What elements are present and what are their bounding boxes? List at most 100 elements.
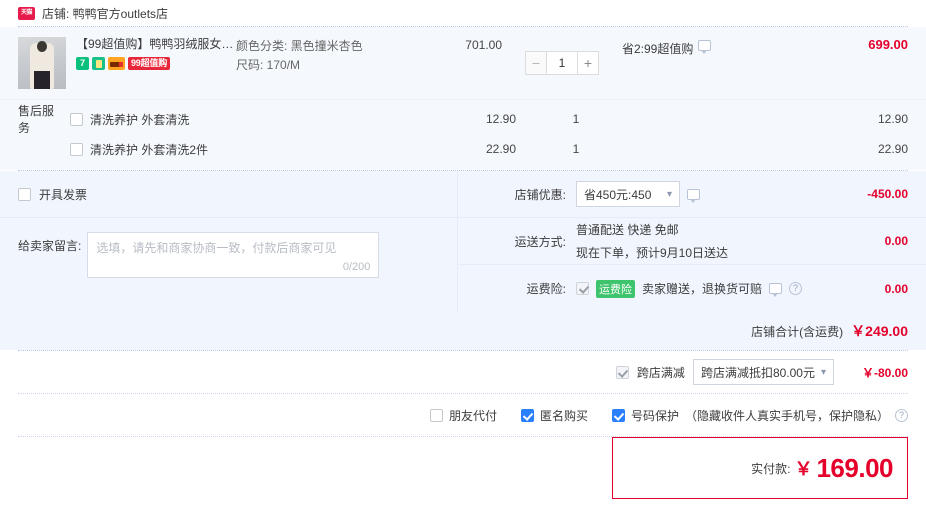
option-anonymous-buy[interactable]: 匿名购买: [520, 407, 588, 424]
after-sale-checkbox-1[interactable]: [70, 142, 83, 156]
sku-color: 颜色分类: 黑色撞米杏色: [236, 39, 363, 53]
after-sale-option[interactable]: 清洗养护 外套清洗: [58, 111, 430, 128]
promo-label: 省2:99超值购: [622, 42, 694, 56]
shop-discount-select[interactable]: 省450元:450 ▾: [576, 181, 680, 207]
shipping-eta: 现在下单，预计9月10日送达: [576, 246, 729, 260]
insurance-row: 运费险: 运费险 卖家赠送，退换货可赔 ? 0.00: [458, 265, 926, 312]
after-sale-services: 售后服务 清洗养护 外套清洗 12.90 1 12.90 清洗养护 外套清洗2件…: [0, 100, 926, 170]
product-promo: 省2:99超值购: [622, 37, 818, 89]
after-sale-name-0: 清洗养护 外套清洗: [90, 112, 190, 127]
order-options-row: 朋友代付 匿名购买 号码保护 （隐藏收件人真实手机号，保护隐私） ?: [0, 394, 926, 436]
checkout-order-panel: 天猫 店铺: 鸭鸭官方outlets店 【99超值购】鸭鸭羽绒服女冬2... 7…: [0, 0, 926, 510]
after-sale-checkbox-0[interactable]: [70, 112, 83, 126]
insurance-desc: 卖家赠送，退换货可赔: [642, 282, 763, 296]
anonymous-buy-label: 匿名购买: [539, 408, 588, 423]
shop-discount-amount: -450.00: [867, 187, 908, 201]
product-title[interactable]: 【99超值购】鸭鸭羽绒服女冬2...: [76, 37, 236, 52]
after-sale-total-1: 22.90: [877, 142, 908, 156]
shop-discount-row: 店铺优惠: 省450元:450 ▾ -450.00: [458, 171, 926, 218]
tmall-logo-icon: 天猫: [18, 6, 35, 20]
shipping-row: 运送方式: 普通配送 快递 免邮 现在下单，预计9月10日送达 0.00: [458, 218, 926, 265]
friend-pay-checkbox[interactable]: [429, 408, 443, 422]
cross-shop-select[interactable]: 跨店满减抵扣80.00元 ▾: [692, 359, 834, 385]
seller-message-label: 给卖家留言:: [18, 239, 82, 253]
cross-shop-discount-row: 跨店满减 跨店满减抵扣80.00元 ▾ ￥-80.00: [0, 351, 926, 393]
product-cell: 【99超值购】鸭鸭羽绒服女冬2... 7 99超值购: [0, 37, 236, 89]
shipping-main: 普通配送 快递 免邮 现在下单，预计9月10日送达: [576, 221, 816, 261]
after-sale-price-1: 22.90: [485, 142, 516, 156]
shop-header: 天猫 店铺: 鸭鸭官方outlets店: [0, 0, 926, 26]
product-info: 【99超值购】鸭鸭羽绒服女冬2... 7 99超值购: [76, 37, 236, 89]
order-left-column: 开具发票 给卖家留言: 选填，请先和商家协商一致，付款后商家可见 0/200: [0, 171, 458, 312]
after-sale-label: 售后服务: [18, 104, 55, 135]
shop-total-amount: ￥249.00: [851, 323, 908, 339]
after-sale-row: 清洗养护 外套清洗2件 22.90 1 22.90: [0, 134, 926, 164]
invoice-label: 开具发票: [39, 187, 88, 202]
insurance-checkbox[interactable]: [576, 282, 589, 295]
insurance-tooltip-icon[interactable]: [769, 283, 783, 297]
anonymous-buy-checkbox[interactable]: [520, 408, 534, 422]
after-sale-qty-0: 1: [572, 112, 580, 126]
seller-message-row: 给卖家留言: 选填，请先和商家协商一致，付款后商家可见 0/200: [0, 218, 457, 294]
product-row-total: 699.00: [818, 37, 926, 89]
seller-message-input[interactable]: 选填，请先和商家协商一致，付款后商家可见 0/200: [87, 232, 380, 278]
invoice-checkbox[interactable]: [18, 187, 31, 201]
product-row-total-value: 699.00: [868, 37, 908, 52]
order-right-column: 店铺优惠: 省450元:450 ▾ -450.00 运送方式: 普通配送 快递 …: [458, 171, 926, 312]
shipping-label: 运送方式:: [514, 234, 566, 249]
after-sale-option[interactable]: 清洗养护 外套清洗2件: [58, 141, 430, 158]
payment-label: 实付款:: [751, 461, 791, 476]
after-sale-row: 售后服务 清洗养护 外套清洗 12.90 1 12.90: [0, 104, 926, 135]
quantity-increase-button[interactable]: +: [577, 51, 599, 75]
number-protection-help-icon[interactable]: ?: [895, 408, 908, 422]
order-options-grid: 开具发票 给卖家留言: 选填，请先和商家协商一致，付款后商家可见 0/200 店…: [0, 171, 926, 312]
cross-shop-amount: ￥-80.00: [861, 365, 908, 380]
number-protection-label: 号码保护: [630, 408, 679, 423]
insurance-label: 运费险:: [526, 282, 566, 296]
shop-discount-main: 省450元:450 ▾: [576, 181, 816, 207]
product-thumbnail[interactable]: [18, 37, 66, 89]
product-row: 【99超值购】鸭鸭羽绒服女冬2... 7 99超值购 颜色分类: 黑色撞米杏色 …: [0, 27, 926, 100]
badge-guarantee-icon: [92, 57, 105, 70]
payment-amount: 169.00: [816, 452, 893, 483]
number-protection-checkbox[interactable]: [611, 408, 625, 422]
option-number-protection[interactable]: 号码保护 （隐藏收件人真实手机号，保护隐私） ?: [611, 407, 908, 424]
quantity-input[interactable]: 1: [547, 51, 577, 75]
badge-installment-icon: [108, 57, 125, 70]
after-sale-qty-1: 1: [572, 142, 580, 156]
shop-total-row: 店铺合计(含运费) ￥249.00: [0, 312, 926, 350]
thumbnail-legs: [34, 71, 50, 89]
after-sale-price-0: 12.90: [485, 112, 516, 126]
insurance-tag: 运费险: [596, 279, 635, 298]
product-sku: 颜色分类: 黑色撞米杏色 尺码: 170/M: [236, 37, 416, 89]
friend-pay-label: 朋友代付: [448, 408, 497, 423]
product-badges: 7 99超值购: [76, 57, 236, 70]
promo-tooltip-icon[interactable]: [698, 40, 712, 54]
payment-total-box: 实付款: ￥ 169.00: [612, 437, 908, 499]
shop-discount-label: 店铺优惠:: [514, 187, 566, 202]
option-friend-pay[interactable]: 朋友代付: [429, 407, 497, 424]
quantity-stepper[interactable]: − 1 +: [502, 37, 622, 89]
shop-discount-selected: 省450元:450: [584, 187, 652, 202]
shop-total-label: 店铺合计(含运费): [751, 324, 844, 339]
cross-shop-checkbox[interactable]: [615, 365, 629, 379]
quantity-decrease-button[interactable]: −: [525, 51, 547, 75]
payment-wrapper: 实付款: ￥ 169.00: [0, 437, 926, 499]
shop-name-label[interactable]: 店铺: 鸭鸭官方outlets店: [42, 5, 168, 22]
cross-shop-label: 跨店满减: [636, 365, 685, 380]
after-sale-name-1: 清洗养护 外套清洗2件: [90, 142, 209, 157]
sku-size: 尺码: 170/M: [236, 58, 301, 72]
insurance-help-icon[interactable]: ?: [789, 282, 803, 295]
insurance-amount: 0.00: [884, 281, 908, 296]
product-unit-price: 701.00: [465, 38, 502, 52]
seller-message-counter: 0/200: [342, 261, 371, 273]
shipping-method: 普通配送 快递 免邮: [576, 223, 679, 237]
cross-shop-selected: 跨店满减抵扣80.00元: [700, 365, 815, 380]
chevron-down-icon: ▾: [666, 188, 672, 200]
invoice-row[interactable]: 开具发票: [0, 171, 457, 218]
shipping-amount: 0.00: [884, 234, 908, 248]
seller-message-placeholder: 选填，请先和商家协商一致，付款后商家可见: [96, 241, 337, 255]
shop-discount-tooltip-icon[interactable]: [687, 188, 700, 203]
thumbnail-head: [37, 41, 47, 52]
number-protection-note: （隐藏收件人真实手机号，保护隐私）: [684, 408, 889, 423]
